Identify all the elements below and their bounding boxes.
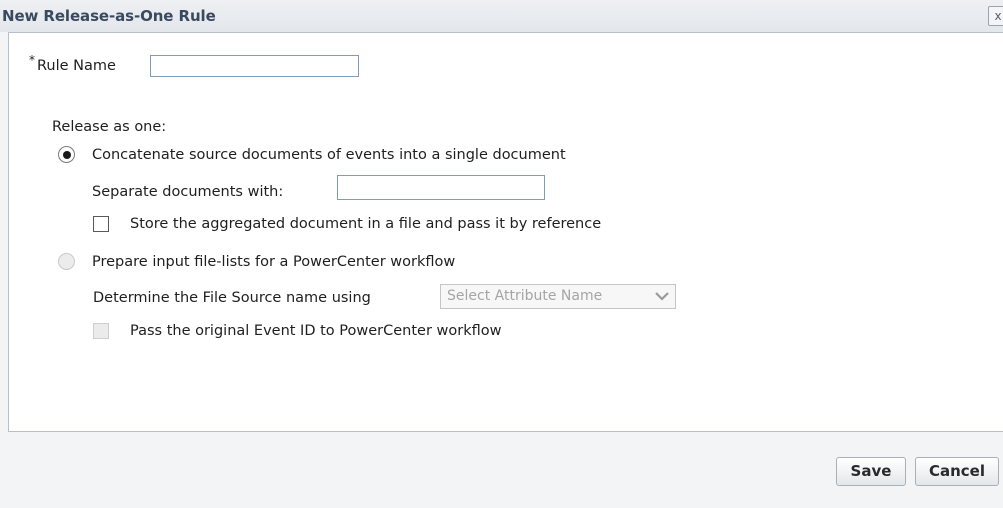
attribute-name-select[interactable]: Select Attribute Name xyxy=(440,284,676,309)
form-panel xyxy=(8,32,1003,432)
pass-event-id-label: Pass the original Event ID to PowerCente… xyxy=(130,323,502,339)
store-by-reference-label: Store the aggregated document in a file … xyxy=(130,216,602,232)
required-marker: * xyxy=(29,53,35,67)
pass-event-id-checkbox[interactable] xyxy=(93,323,109,339)
separator-label: Separate documents with: xyxy=(92,184,284,200)
save-button[interactable]: Save xyxy=(836,457,906,486)
separator-input[interactable] xyxy=(337,175,545,200)
rule-name-input[interactable] xyxy=(150,55,359,77)
release-as-one-heading: Release as one: xyxy=(52,119,167,135)
close-icon: x xyxy=(994,9,1002,23)
chevron-down-icon xyxy=(655,292,669,301)
release-as-one-dialog: New Release-as-One Rule x * Rule Name Re… xyxy=(0,0,1003,508)
close-button[interactable]: x xyxy=(988,6,1003,26)
file-lists-radio[interactable] xyxy=(58,253,75,270)
attribute-name-select-value: Select Attribute Name xyxy=(447,288,603,304)
dialog-titlebar: New Release-as-One Rule x xyxy=(0,0,1003,32)
file-source-label: Determine the File Source name using xyxy=(93,290,371,306)
concatenate-label: Concatenate source documents of events i… xyxy=(92,147,566,163)
file-lists-label: Prepare input file-lists for a PowerCent… xyxy=(92,254,456,270)
concatenate-radio[interactable] xyxy=(58,146,75,163)
dialog-title: New Release-as-One Rule xyxy=(2,7,216,25)
cancel-button[interactable]: Cancel xyxy=(915,457,999,486)
rule-name-label: Rule Name xyxy=(37,58,116,74)
store-by-reference-checkbox[interactable] xyxy=(93,216,109,232)
